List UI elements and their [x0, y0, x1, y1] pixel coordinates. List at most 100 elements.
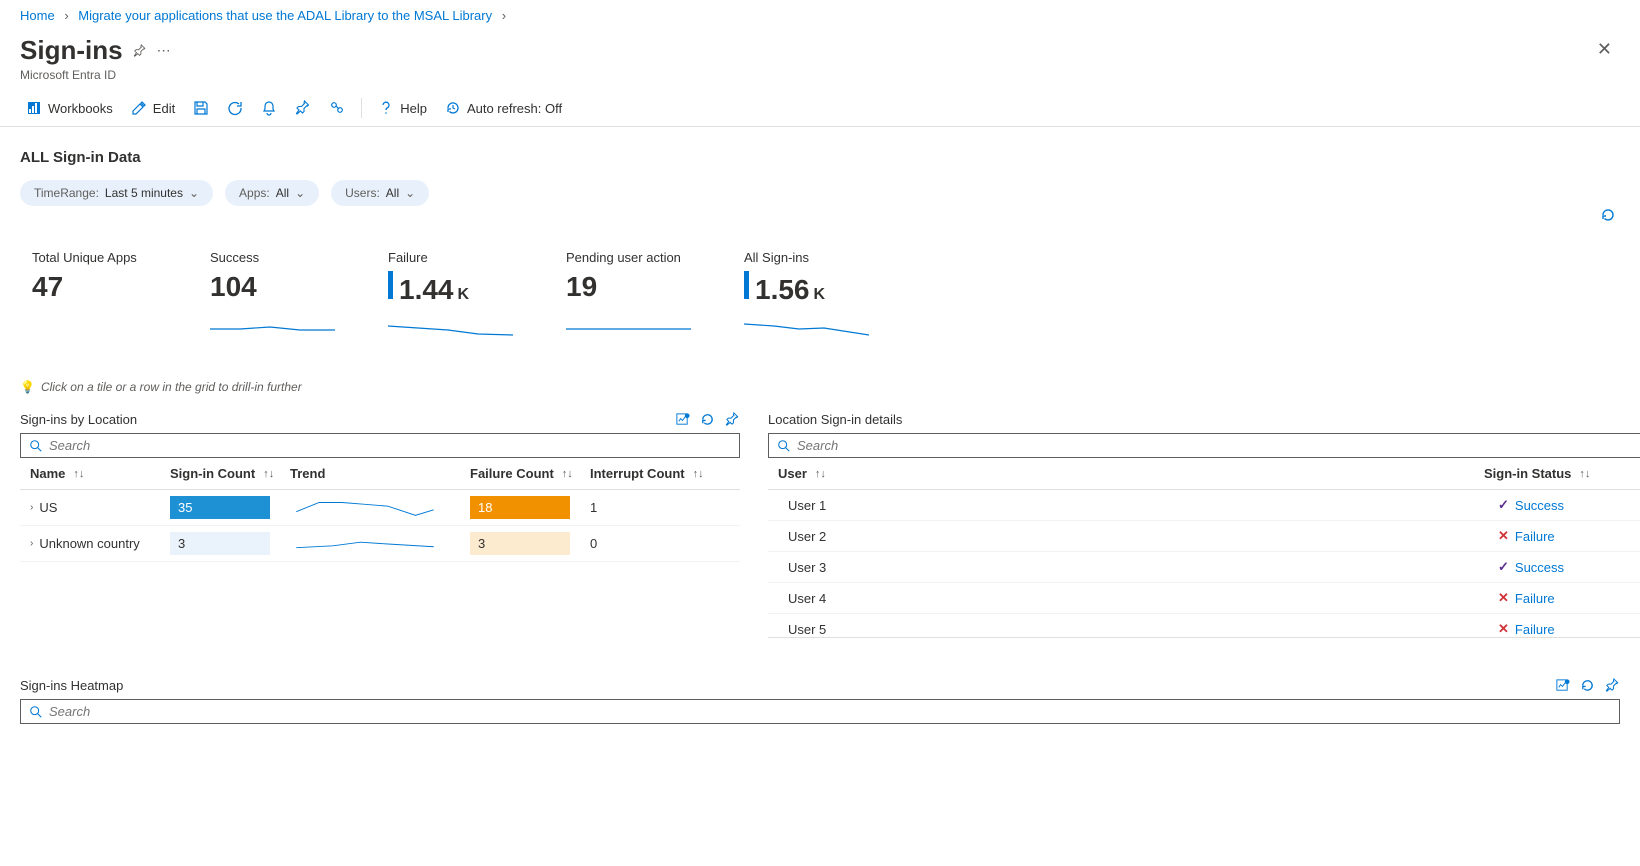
tile-label: Pending user action [566, 250, 696, 265]
user-cell: User 3 [788, 560, 1498, 575]
share-button[interactable] [323, 96, 351, 120]
tile-value: 19 [566, 271, 696, 303]
metric-tile[interactable]: Success 104 [210, 250, 340, 340]
close-button[interactable]: ✕ [1589, 35, 1620, 64]
refresh-button[interactable] [221, 96, 249, 120]
table-row[interactable]: User 2 ✕Failure [768, 521, 1640, 552]
restore-icon[interactable] [700, 412, 715, 427]
location-search-input[interactable] [49, 438, 731, 453]
metric-tile[interactable]: Failure 1.44K [388, 250, 518, 340]
expand-icon[interactable]: › [30, 538, 33, 549]
refresh-icon [227, 100, 243, 116]
user-cell: User 2 [788, 529, 1498, 544]
sort-icon[interactable]: ↑↓ [815, 468, 826, 480]
details-table-header: User↑↓ Sign-in Status↑↓ S [768, 458, 1640, 490]
save-button[interactable] [187, 96, 215, 120]
failure-count-cell: 3 [470, 532, 570, 555]
heatmap-search[interactable] [20, 699, 1620, 724]
pin-icon [295, 100, 311, 116]
trend-sparkline [290, 497, 470, 519]
tile-value: 104 [210, 271, 340, 303]
search-icon [29, 705, 43, 719]
more-icon[interactable]: ⋯ [157, 42, 171, 59]
breadcrumb-home[interactable]: Home [20, 8, 55, 23]
breadcrumb-migrate[interactable]: Migrate your applications that use the A… [78, 8, 492, 23]
user-cell: User 4 [788, 591, 1498, 606]
metric-tile[interactable]: All Sign-ins 1.56K [744, 250, 874, 340]
table-row[interactable]: User 5 ✕Failure [768, 614, 1640, 638]
table-row[interactable]: User 4 ✕Failure [768, 583, 1640, 614]
chart-log-icon[interactable] [1555, 678, 1570, 693]
sort-icon[interactable]: ↑↓ [263, 468, 274, 480]
metric-tile[interactable]: Total Unique Apps 47 [32, 250, 162, 340]
page-title: Sign-ins [20, 35, 123, 66]
interrupt-count-cell: 1 [590, 500, 730, 515]
expand-icon[interactable]: › [30, 502, 33, 513]
chevron-right-icon: › [502, 8, 506, 23]
signin-count-cell: 3 [170, 532, 270, 555]
tile-label: Failure [388, 250, 518, 265]
lightbulb-icon: 💡 [20, 380, 35, 394]
search-icon [777, 439, 791, 453]
sort-icon[interactable]: ↑↓ [693, 468, 704, 480]
restore-icon[interactable] [1580, 678, 1595, 693]
interrupt-count-cell: 0 [590, 536, 730, 551]
filter-apps[interactable]: Apps: All ⌄ [225, 180, 319, 206]
trend-sparkline [290, 533, 470, 555]
location-name: Unknown country [39, 536, 139, 551]
toolbar: Workbooks Edit Help Auto refresh: Off [0, 90, 1640, 127]
sort-icon[interactable]: ↑↓ [1579, 468, 1590, 480]
checkmark-icon: ✓ [1498, 497, 1509, 513]
pin-icon[interactable] [1605, 678, 1620, 693]
checkmark-icon: ✓ [1498, 559, 1509, 575]
x-icon: ✕ [1498, 528, 1509, 544]
sort-icon[interactable]: ↑↓ [562, 468, 573, 480]
x-icon: ✕ [1498, 621, 1509, 637]
help-icon [378, 100, 394, 116]
pencil-icon [131, 100, 147, 116]
search-icon [29, 439, 43, 453]
sparkline [744, 320, 874, 340]
alert-button[interactable] [255, 96, 283, 120]
panel-title: Sign-ins by Location [20, 412, 137, 427]
location-table-header: Name↑↓ Sign-in Count↑↓ Trend Failure Cou… [20, 458, 740, 490]
pin-icon[interactable] [133, 44, 147, 58]
section-title: ALL Sign-in Data [20, 149, 1620, 166]
user-cell: User 1 [788, 498, 1498, 513]
sort-icon[interactable]: ↑↓ [73, 468, 84, 480]
x-icon: ✕ [1498, 590, 1509, 606]
breadcrumb: Home › Migrate your applications that us… [0, 0, 1640, 31]
details-search[interactable] [768, 433, 1640, 458]
table-row[interactable]: User 3 ✓Success [768, 552, 1640, 583]
edit-button[interactable]: Edit [125, 96, 181, 120]
table-row[interactable]: › Unknown country 3 3 0 [20, 526, 740, 562]
workbooks-button[interactable]: Workbooks [20, 96, 119, 120]
chevron-down-icon: ⌄ [189, 186, 199, 200]
table-row[interactable]: ›US 35 18 1 [20, 490, 740, 526]
tile-label: Total Unique Apps [32, 250, 162, 265]
tile-value: 1.56K [744, 271, 874, 306]
sparkline [566, 317, 696, 337]
details-search-input[interactable] [797, 438, 1640, 453]
panel-title: Location Sign-in details [768, 412, 902, 427]
chevron-down-icon: ⌄ [405, 186, 415, 200]
heatmap-search-input[interactable] [49, 704, 1611, 719]
filter-timerange[interactable]: TimeRange: Last 5 minutes ⌄ [20, 180, 213, 206]
table-row[interactable]: User 1 ✓Success [768, 490, 1640, 521]
details-hscroll[interactable] [768, 638, 1640, 652]
restore-icon[interactable] [1600, 207, 1616, 223]
filter-users[interactable]: Users: All ⌄ [331, 180, 429, 206]
pin-button[interactable] [289, 96, 317, 120]
help-button[interactable]: Help [372, 96, 433, 120]
save-icon [193, 100, 209, 116]
chart-log-icon[interactable] [675, 412, 690, 427]
location-search[interactable] [20, 433, 740, 458]
signin-count-cell: 35 [170, 496, 270, 519]
page-subtitle: Microsoft Entra ID [20, 68, 171, 82]
metric-tile[interactable]: Pending user action 19 [566, 250, 696, 340]
tile-value: 47 [32, 271, 162, 303]
pin-icon[interactable] [725, 412, 740, 427]
details-scroll[interactable]: User 1 ✓SuccessUser 2 ✕FailureUser 3 ✓Su… [768, 490, 1640, 638]
autorefresh-button[interactable]: Auto refresh: Off [439, 96, 568, 120]
chevron-right-icon: › [64, 8, 68, 23]
